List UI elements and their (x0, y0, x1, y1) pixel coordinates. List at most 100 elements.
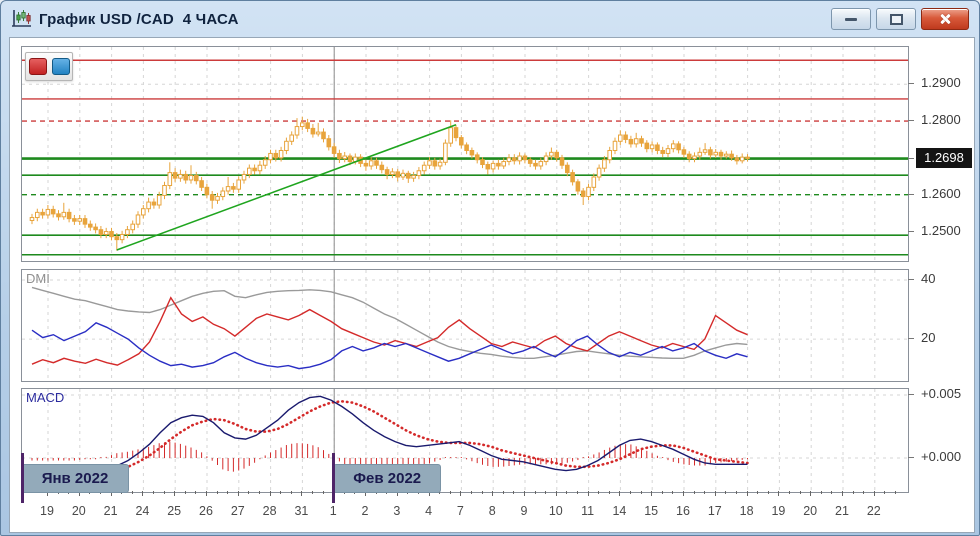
price-scale-label: +0.005 (921, 386, 961, 401)
blue-marker-button[interactable] (52, 58, 70, 75)
price-scale-label: 40 (921, 271, 935, 286)
red-marker-button[interactable] (29, 58, 47, 75)
maximize-button[interactable] (876, 8, 916, 30)
x-axis-label: 19 (771, 504, 785, 518)
x-axis-label: 10 (549, 504, 563, 518)
price-scale-label: +0.000 (921, 449, 961, 464)
x-axis: 1920212425262728311234789101114151617181… (21, 491, 907, 531)
x-axis-label: 26 (199, 504, 213, 518)
x-axis-tick (895, 491, 896, 494)
x-axis-tick (153, 491, 154, 494)
x-axis-tick (619, 491, 620, 496)
scale-tick (908, 457, 914, 458)
x-axis-label: 27 (231, 504, 245, 518)
x-axis-label: 15 (644, 504, 658, 518)
x-axis-tick (450, 491, 451, 494)
x-axis-tick (853, 491, 854, 494)
x-axis-tick (672, 491, 673, 494)
x-axis-label: 17 (708, 504, 722, 518)
x-axis-tick (291, 491, 292, 494)
scale-tick (908, 279, 914, 280)
x-axis-tick (566, 491, 567, 494)
x-axis-tick (142, 491, 143, 496)
x-axis-tick (471, 491, 472, 494)
x-axis-tick (641, 491, 642, 494)
x-axis-label: 16 (676, 504, 690, 518)
dmi-label: DMI (26, 271, 50, 286)
x-axis-tick (662, 491, 663, 494)
x-axis-tick (270, 491, 271, 496)
x-axis-label: 9 (521, 504, 528, 518)
macd-label: MACD (26, 390, 64, 405)
chart-client-area: DMI MACD 1920212425262728311234789101114… (9, 37, 975, 533)
close-button[interactable] (921, 8, 969, 30)
x-axis-tick (789, 491, 790, 494)
scale-tick (908, 158, 914, 159)
x-axis-tick (259, 491, 260, 494)
minimize-button[interactable] (831, 8, 871, 30)
title-bar[interactable]: График USD /CAD 4 ЧАСА (1, 1, 979, 37)
x-axis-tick (460, 491, 461, 496)
x-axis-label: 31 (294, 504, 308, 518)
x-axis-tick (747, 491, 748, 496)
x-axis-tick (185, 491, 186, 494)
price-chart-panel[interactable] (21, 46, 909, 262)
x-axis-tick (757, 491, 758, 494)
x-axis-tick (725, 491, 726, 494)
macd-signal-line (32, 401, 748, 472)
x-axis-tick (132, 491, 133, 494)
x-axis-label: 8 (489, 504, 496, 518)
window-title: График USD /CAD 4 ЧАСА (39, 11, 239, 28)
x-axis-tick (206, 491, 207, 496)
x-axis-tick (715, 491, 716, 496)
gridlines (48, 270, 875, 381)
maximize-icon (890, 14, 903, 25)
x-axis-tick (683, 491, 684, 496)
x-axis-label: 21 (835, 504, 849, 518)
x-axis-tick (651, 491, 652, 496)
x-axis-tick (323, 491, 324, 494)
scale-tick (908, 120, 914, 121)
x-axis-tick (524, 491, 525, 496)
x-axis-tick (238, 491, 239, 496)
x-axis-tick (831, 491, 832, 494)
x-axis-tick (312, 491, 313, 494)
scale-tick (908, 231, 914, 232)
x-axis-label: 4 (425, 504, 432, 518)
x-axis-tick (884, 491, 885, 494)
scale-tick (908, 338, 914, 339)
support-resistance-levels (22, 60, 908, 254)
candlestick-chart-icon (11, 9, 33, 29)
x-axis-label: 14 (612, 504, 626, 518)
x-axis-tick (513, 491, 514, 494)
x-axis-tick (535, 491, 536, 494)
chart-window: График USD /CAD 4 ЧАСА DMI MACD 19202124… (0, 0, 980, 536)
x-axis-tick (736, 491, 737, 494)
x-axis-tick (874, 491, 875, 496)
scale-tick (908, 394, 914, 395)
x-axis-tick (768, 491, 769, 494)
x-axis-tick (248, 491, 249, 494)
x-axis-tick (588, 491, 589, 496)
minimize-icon (845, 18, 857, 21)
x-axis-label: 7 (457, 504, 464, 518)
macd-indicator-panel[interactable]: MACD (21, 388, 909, 493)
x-axis-tick (810, 491, 811, 496)
x-axis-tick (174, 491, 175, 496)
x-axis-label: 11 (581, 504, 594, 518)
price-scale: 1.29001.28001.26981.26001.25004020+0.005… (908, 38, 974, 532)
x-axis-tick (821, 491, 822, 494)
x-axis-label: 22 (867, 504, 881, 518)
x-axis-tick (556, 491, 557, 496)
x-axis-tick (598, 491, 599, 494)
x-axis-tick (778, 491, 779, 496)
candlestick-series (30, 117, 749, 251)
x-axis-tick (863, 491, 864, 494)
price-scale-label: 1.2900 (921, 75, 961, 90)
x-axis-label: 18 (740, 504, 754, 518)
x-axis-tick (492, 491, 493, 496)
dmi-indicator-panel[interactable]: DMI (21, 269, 909, 382)
x-axis-label: 24 (135, 504, 149, 518)
x-axis-tick (800, 491, 801, 494)
x-axis-tick (577, 491, 578, 494)
